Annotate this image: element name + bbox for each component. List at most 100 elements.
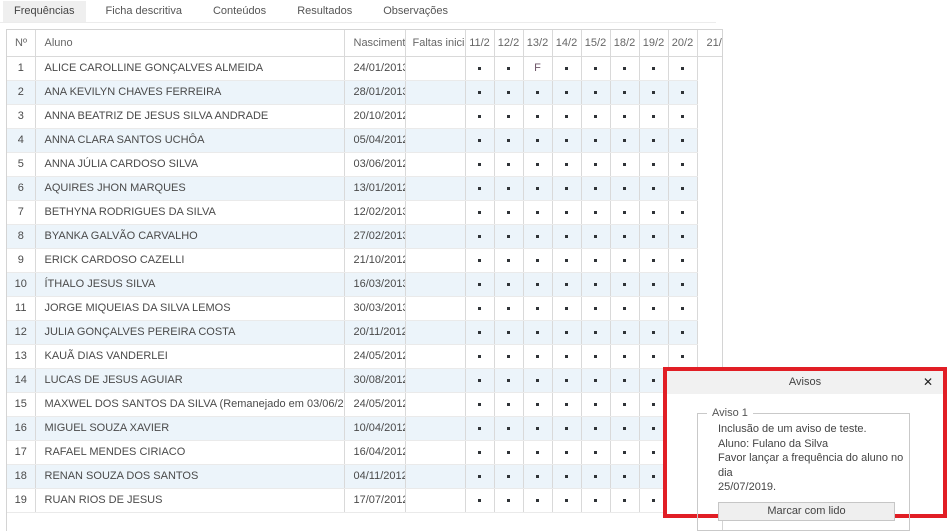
attendance-cell[interactable] [581, 176, 610, 200]
attendance-cell[interactable] [552, 176, 581, 200]
attendance-cell[interactable] [581, 272, 610, 296]
tab-conteudos[interactable]: Conteúdos [202, 1, 277, 22]
attendance-cell[interactable] [668, 296, 697, 320]
attendance-cell[interactable] [581, 56, 610, 80]
attendance-cell[interactable] [639, 56, 668, 80]
attendance-cell[interactable] [610, 272, 639, 296]
attendance-cell[interactable] [639, 344, 668, 368]
tab-frequencias[interactable]: Frequências [3, 1, 86, 22]
attendance-cell[interactable] [465, 344, 494, 368]
attendance-cell[interactable] [639, 80, 668, 104]
attendance-cell[interactable] [581, 248, 610, 272]
attendance-cell[interactable] [523, 440, 552, 464]
attendance-cell[interactable] [552, 296, 581, 320]
attendance-cell[interactable] [610, 368, 639, 392]
attendance-cell[interactable] [523, 272, 552, 296]
attendance-cell[interactable] [465, 248, 494, 272]
attendance-cell[interactable] [494, 392, 523, 416]
attendance-cell[interactable] [494, 80, 523, 104]
attendance-cell[interactable] [639, 320, 668, 344]
attendance-cell[interactable] [639, 200, 668, 224]
attendance-cell[interactable] [494, 224, 523, 248]
attendance-cell[interactable] [668, 128, 697, 152]
attendance-cell[interactable] [465, 224, 494, 248]
tab-observacoes[interactable]: Observações [372, 1, 459, 22]
attendance-cell[interactable] [465, 80, 494, 104]
attendance-cell[interactable] [668, 80, 697, 104]
attendance-cell[interactable] [581, 200, 610, 224]
attendance-cell[interactable] [610, 200, 639, 224]
attendance-cell[interactable] [552, 464, 581, 488]
attendance-cell[interactable] [523, 224, 552, 248]
attendance-cell[interactable] [523, 80, 552, 104]
attendance-cell[interactable] [465, 464, 494, 488]
attendance-cell[interactable] [668, 176, 697, 200]
attendance-cell[interactable] [668, 248, 697, 272]
attendance-cell[interactable] [552, 104, 581, 128]
attendance-cell[interactable] [523, 152, 552, 176]
attendance-cell[interactable] [465, 296, 494, 320]
attendance-cell[interactable] [639, 248, 668, 272]
attendance-cell[interactable] [494, 488, 523, 512]
attendance-cell[interactable] [523, 416, 552, 440]
attendance-cell[interactable] [494, 200, 523, 224]
close-icon[interactable]: ✕ [923, 371, 933, 394]
attendance-cell[interactable] [523, 344, 552, 368]
attendance-cell[interactable] [668, 224, 697, 248]
attendance-cell[interactable]: F [523, 56, 552, 80]
attendance-cell[interactable] [465, 176, 494, 200]
attendance-cell[interactable] [581, 344, 610, 368]
attendance-cell[interactable] [610, 440, 639, 464]
attendance-cell[interactable] [523, 368, 552, 392]
attendance-cell[interactable] [610, 488, 639, 512]
attendance-cell[interactable] [523, 248, 552, 272]
attendance-cell[interactable] [465, 488, 494, 512]
attendance-cell[interactable] [639, 272, 668, 296]
attendance-cell[interactable] [610, 320, 639, 344]
attendance-cell[interactable] [523, 176, 552, 200]
attendance-cell[interactable] [465, 152, 494, 176]
attendance-cell[interactable] [581, 224, 610, 248]
attendance-cell[interactable] [668, 200, 697, 224]
attendance-cell[interactable] [639, 152, 668, 176]
attendance-cell[interactable] [639, 176, 668, 200]
attendance-cell[interactable] [465, 128, 494, 152]
attendance-cell[interactable] [668, 152, 697, 176]
attendance-cell[interactable] [552, 56, 581, 80]
attendance-cell[interactable] [465, 440, 494, 464]
attendance-cell[interactable] [494, 416, 523, 440]
attendance-cell[interactable] [552, 488, 581, 512]
attendance-cell[interactable] [494, 176, 523, 200]
attendance-cell[interactable] [494, 272, 523, 296]
attendance-cell[interactable] [639, 296, 668, 320]
attendance-cell[interactable] [581, 296, 610, 320]
attendance-cell[interactable] [610, 56, 639, 80]
attendance-cell[interactable] [668, 56, 697, 80]
attendance-cell[interactable] [668, 344, 697, 368]
attendance-cell[interactable] [494, 464, 523, 488]
attendance-cell[interactable] [610, 248, 639, 272]
attendance-cell[interactable] [523, 320, 552, 344]
attendance-cell[interactable] [523, 392, 552, 416]
attendance-cell[interactable] [494, 296, 523, 320]
attendance-cell[interactable] [494, 320, 523, 344]
attendance-cell[interactable] [494, 56, 523, 80]
attendance-cell[interactable] [465, 272, 494, 296]
tab-resultados[interactable]: Resultados [286, 1, 363, 22]
attendance-cell[interactable] [465, 104, 494, 128]
attendance-cell[interactable] [552, 344, 581, 368]
attendance-cell[interactable] [465, 200, 494, 224]
attendance-cell[interactable] [552, 368, 581, 392]
attendance-cell[interactable] [610, 464, 639, 488]
attendance-cell[interactable] [668, 320, 697, 344]
attendance-cell[interactable] [581, 440, 610, 464]
attendance-cell[interactable] [581, 392, 610, 416]
attendance-cell[interactable] [552, 152, 581, 176]
attendance-cell[interactable] [465, 368, 494, 392]
attendance-cell[interactable] [610, 416, 639, 440]
attendance-cell[interactable] [639, 224, 668, 248]
attendance-cell[interactable] [610, 296, 639, 320]
attendance-cell[interactable] [494, 128, 523, 152]
attendance-cell[interactable] [465, 320, 494, 344]
attendance-cell[interactable] [581, 152, 610, 176]
